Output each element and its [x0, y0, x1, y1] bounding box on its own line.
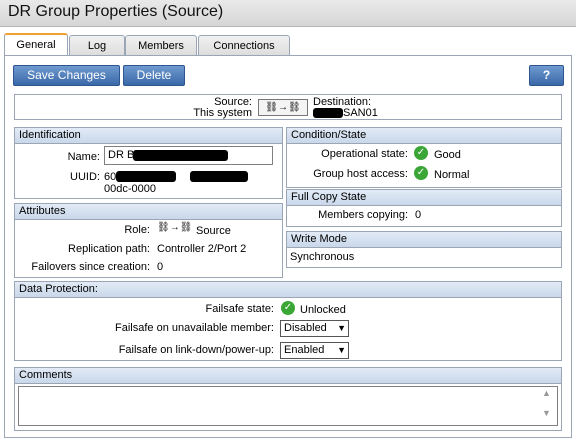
- host-access-label: Group host access:: [313, 168, 408, 180]
- chevron-down-icon: ▼: [337, 323, 346, 333]
- role-value: Source: [196, 225, 231, 237]
- chevron-down-icon: ▼: [337, 345, 346, 355]
- full-copy-state-header: Full Copy State: [287, 190, 561, 206]
- save-changes-button[interactable]: Save Changes: [13, 65, 120, 86]
- host-access-value: Normal: [434, 169, 470, 181]
- failsafe-state-value: Unlocked: [300, 304, 346, 316]
- failsafe-unavailable-label: Failsafe on unavailable member:: [115, 322, 274, 334]
- tab-general[interactable]: General: [4, 33, 68, 57]
- identification-header: Identification: [15, 128, 282, 144]
- role-label: Role:: [124, 224, 150, 236]
- attributes-header: Attributes: [15, 204, 282, 220]
- scrollbar[interactable]: ▲ ▼: [542, 388, 551, 418]
- replication-path-label: Replication path:: [68, 243, 150, 255]
- check-icon: ✓: [414, 146, 428, 160]
- data-protection-header: Data Protection:: [15, 282, 561, 298]
- members-copying-value: 0: [415, 209, 422, 221]
- destination-value: SAN01: [343, 107, 378, 119]
- operational-state-label: Operational state:: [321, 148, 408, 160]
- tab-connections[interactable]: Connections: [198, 35, 290, 56]
- name-field-value: DR B: [108, 149, 135, 161]
- failsafe-unavailable-value: Disabled: [284, 322, 327, 334]
- failsafe-linkdown-value: Enabled: [284, 344, 325, 356]
- redacted-block: [133, 150, 228, 161]
- uuid-label: UUID:: [70, 171, 100, 183]
- redacted-block: [190, 171, 248, 182]
- write-mode-value: Synchronous: [290, 251, 355, 263]
- comments-textarea[interactable]: [18, 386, 558, 426]
- uuid-value-line2: 00dc-0000: [104, 183, 156, 195]
- failsafe-linkdown-select[interactable]: Enabled ▼: [280, 342, 349, 359]
- unlocked-icon: ✓: [281, 301, 295, 315]
- failsafe-unavailable-select[interactable]: Disabled ▼: [280, 320, 349, 337]
- failovers-label: Failovers since creation:: [31, 261, 150, 273]
- operational-state-value: Good: [434, 149, 461, 161]
- redacted-block: [313, 108, 343, 118]
- check-icon: ✓: [414, 166, 428, 180]
- source-role-icon: ⛓→⛓: [157, 222, 193, 233]
- failsafe-linkdown-label: Failsafe on link-down/power-up:: [118, 344, 274, 356]
- comments-header: Comments: [15, 368, 561, 384]
- write-mode-header: Write Mode: [287, 232, 561, 248]
- source-value: This system: [193, 107, 252, 119]
- redacted-block: [116, 171, 176, 182]
- window-title: DR Group Properties (Source): [8, 3, 224, 20]
- replication-direction-icon: ⛓→⛓: [258, 99, 308, 116]
- tab-members[interactable]: Members: [125, 35, 197, 56]
- replication-path-value: Controller 2/Port 2: [157, 243, 247, 255]
- delete-button[interactable]: Delete: [123, 65, 185, 86]
- condition-state-header: Condition/State: [287, 128, 561, 144]
- help-button[interactable]: ?: [529, 65, 564, 86]
- tab-log[interactable]: Log: [69, 35, 125, 56]
- members-copying-label: Members copying:: [318, 209, 408, 221]
- full-copy-state-panel: Full Copy State: [286, 189, 562, 227]
- name-label: Name:: [67, 151, 100, 163]
- failsafe-state-label: Failsafe state:: [205, 303, 274, 315]
- failovers-value: 0: [157, 261, 164, 273]
